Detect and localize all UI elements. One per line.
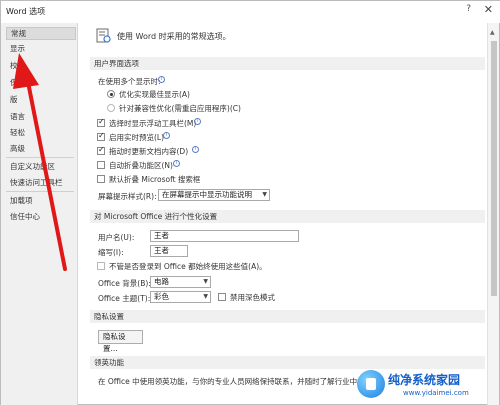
multi-display-label: 在使用多个显示时: xyxy=(98,77,161,86)
sidebar-item-addins[interactable]: 加载项 xyxy=(6,194,76,207)
sidebar-item-general[interactable]: 常规 xyxy=(6,27,76,40)
radio-optimize-display[interactable] xyxy=(107,90,115,98)
checkbox-update-on-drag-label: 拖动时更新文档内容(D) xyxy=(109,147,189,156)
initials-label: 缩写(I): xyxy=(98,248,124,257)
info-icon: i xyxy=(158,76,165,83)
office-theme-select[interactable]: 彩色 ▼ xyxy=(150,291,211,303)
radio-optimize-display-label: 优化实现最佳显示(A) xyxy=(119,90,190,99)
window-title: Word 选项 xyxy=(6,7,46,16)
checkbox-live-preview[interactable] xyxy=(97,131,105,141)
checkbox-collapse-ribbon-label: 自动折叠功能区(N) xyxy=(109,161,173,170)
checkbox-live-preview-label: 启用实时预览(L) xyxy=(109,133,165,142)
section-header-linkedin: 领英功能 xyxy=(90,356,485,369)
chevron-down-icon: ▼ xyxy=(203,293,208,300)
privacy-settings-button[interactable]: 隐私设置... xyxy=(98,330,143,353)
info-icon: i xyxy=(173,160,180,167)
tooltip-style-value: 在屏幕提示中显示功能说明 xyxy=(162,190,252,199)
chevron-down-icon: ▼ xyxy=(203,278,208,285)
office-background-value: 电路 xyxy=(154,277,169,286)
sidebar-divider xyxy=(6,191,74,192)
radio-compat-optimize[interactable] xyxy=(107,104,115,112)
username-input[interactable]: 王者 xyxy=(150,230,299,242)
site-watermark: 纯净系统家园 www.yidaimei.com xyxy=(357,369,499,403)
office-background-select[interactable]: 电路 ▼ xyxy=(150,276,211,288)
page-title: 使用 Word 时采用的常规选项。 xyxy=(117,32,231,41)
close-button[interactable]: ✕ xyxy=(484,3,493,16)
options-sidebar: 常规 显示 校对 保 版 语言 轻松 高级 自定义功能区 快速访问工具栏 加载项… xyxy=(1,23,78,405)
checkbox-mini-toolbar-label: 选择时显示浮动工具栏(M) xyxy=(109,119,197,128)
vertical-scrollbar[interactable]: ▲ xyxy=(487,23,499,405)
sidebar-item-advanced[interactable]: 高级 xyxy=(6,142,76,155)
radio-compat-optimize-label: 针对兼容性优化(需重启应用程序)(C) xyxy=(119,104,241,113)
watermark-brand: 纯净系统家园 xyxy=(388,373,461,387)
sidebar-divider xyxy=(6,157,74,158)
sidebar-item-proofing[interactable]: 校对 xyxy=(6,59,76,72)
checkbox-disable-dark-mode-label: 禁用深色模式 xyxy=(230,293,275,302)
sidebar-item-accessibility[interactable]: 轻松 xyxy=(6,126,76,139)
office-theme-value: 彩色 xyxy=(154,292,169,301)
scroll-up-icon[interactable]: ▲ xyxy=(490,29,495,36)
office-theme-label: Office 主题(T): xyxy=(98,294,151,303)
chevron-down-icon: ▼ xyxy=(262,191,267,198)
scrollbar-thumb[interactable] xyxy=(491,41,497,296)
sidebar-item-save[interactable]: 保 xyxy=(6,76,76,89)
checkbox-always-use-values[interactable] xyxy=(97,262,105,270)
checkbox-mini-toolbar[interactable] xyxy=(97,117,105,127)
tooltip-style-label: 屏幕提示样式(R): xyxy=(98,192,157,201)
sidebar-item-quick-access-toolbar[interactable]: 快速访问工具栏 xyxy=(6,176,76,189)
checkbox-disable-dark-mode[interactable] xyxy=(218,293,226,301)
tooltip-style-select[interactable]: 在屏幕提示中显示功能说明 ▼ xyxy=(158,189,270,201)
linkedin-description: 在 Office 中使用领英功能，与你的专业人员网络保持联系，并随时了解行业中的 xyxy=(98,377,365,386)
sidebar-item-layout[interactable]: 版 xyxy=(6,93,76,106)
sidebar-item-display[interactable]: 显示 xyxy=(6,42,76,55)
watermark-url: www.yidaimei.com xyxy=(403,389,469,397)
sidebar-item-customize-ribbon[interactable]: 自定义功能区 xyxy=(6,160,76,173)
checkbox-collapse-search[interactable] xyxy=(97,175,105,183)
sidebar-item-language[interactable]: 语言 xyxy=(6,110,76,123)
title-bar: Word 选项 ? ✕ xyxy=(1,1,500,23)
initials-input[interactable]: 王者 xyxy=(150,245,188,257)
info-icon: i xyxy=(194,118,201,125)
checkbox-collapse-search-label: 默认折叠 Microsoft 搜索框 xyxy=(109,175,201,184)
section-header-personalize: 对 Microsoft Office 进行个性化设置 xyxy=(90,210,485,223)
word-options-window: Word 选项 ? ✕ 常规 显示 校对 保 版 语言 轻松 高级 自定义功能区… xyxy=(0,0,500,405)
info-icon: i xyxy=(163,132,170,139)
settings-doc-icon xyxy=(96,28,111,43)
info-icon: i xyxy=(192,146,199,153)
office-background-label: Office 背景(B): xyxy=(98,279,151,288)
watermark-logo-icon xyxy=(357,370,385,398)
sidebar-item-trust-center[interactable]: 信任中心 xyxy=(6,210,76,223)
checkbox-update-on-drag[interactable] xyxy=(97,145,105,155)
checkbox-always-use-values-label: 不管是否登录到 Office 都始终使用这些值(A)。 xyxy=(109,262,267,271)
section-header-privacy: 隐私设置 xyxy=(90,310,485,323)
section-header-ui-options: 用户界面选项 xyxy=(90,57,485,70)
checkbox-collapse-ribbon[interactable] xyxy=(97,161,105,169)
help-button[interactable]: ? xyxy=(466,4,471,14)
username-label: 用户名(U): xyxy=(98,233,135,242)
